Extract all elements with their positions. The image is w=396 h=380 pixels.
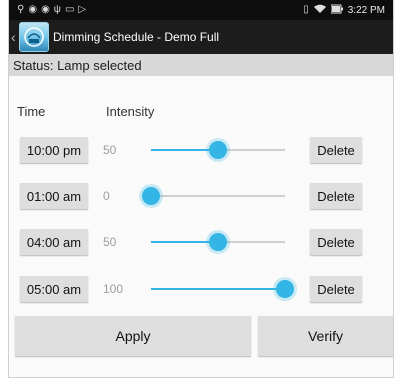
intensity-slider[interactable] — [151, 276, 294, 302]
intensity-value: 50 — [103, 143, 117, 157]
instagram-icon: ◉ — [41, 4, 50, 15]
time-button[interactable]: 05:00 am — [20, 276, 88, 302]
slider-fill — [151, 149, 218, 151]
intensity-slider[interactable] — [151, 229, 285, 255]
usb-icon: ψ — [53, 4, 61, 15]
app-window: ⚲ ◉ ◉ ψ ▭ ▷ ▯ 3:22 PM ‹ Dimming Schedule… — [8, 0, 394, 378]
location-icon: ⚲ — [17, 4, 25, 15]
slider-thumb[interactable] — [209, 233, 227, 251]
time-button[interactable]: 10:00 pm — [20, 137, 88, 163]
action-buttons: Apply Verify — [15, 316, 393, 356]
time-button[interactable]: 04:00 am — [20, 229, 88, 255]
clock: 3:22 PM — [347, 4, 385, 16]
delete-button[interactable]: Delete — [310, 183, 362, 209]
schedule-row: 10:00 pm 50 Delete — [9, 137, 393, 165]
action-bar: ‹ Dimming Schedule - Demo Full — [9, 20, 393, 54]
slider-track — [151, 195, 285, 197]
delete-button[interactable]: Delete — [310, 276, 362, 302]
screen-icon: ▭ — [64, 4, 75, 15]
intensity-value: 50 — [103, 235, 117, 249]
wifi-icon — [313, 4, 326, 17]
intensity-value: 0 — [103, 189, 110, 203]
back-icon[interactable]: ‹ — [11, 29, 19, 45]
time-button[interactable]: 01:00 am — [20, 183, 88, 209]
slider-thumb[interactable] — [209, 141, 227, 159]
intensity-value: 100 — [103, 282, 124, 296]
slider-thumb[interactable] — [142, 187, 160, 205]
intensity-header: Intensity — [106, 104, 155, 119]
apply-button[interactable]: Apply — [15, 316, 251, 356]
schedule-row: 01:00 am 0 Delete — [9, 183, 393, 211]
schedule-row: 04:00 am 50 Delete — [9, 229, 393, 257]
intensity-slider[interactable] — [142, 183, 285, 209]
slider-thumb[interactable] — [276, 280, 294, 298]
status-message: Status: Lamp selected — [9, 54, 393, 76]
delete-button[interactable]: Delete — [310, 229, 362, 255]
verify-button[interactable]: Verify — [258, 316, 393, 356]
time-header: Time — [17, 104, 46, 119]
system-status-bar: ⚲ ◉ ◉ ψ ▭ ▷ ▯ 3:22 PM — [9, 0, 393, 20]
app-title: Dimming Schedule - Demo Full — [53, 30, 220, 44]
battery-icon — [330, 4, 343, 17]
system-icons: ▯ 3:22 PM — [303, 4, 385, 17]
vibrate-icon: ▯ — [303, 4, 309, 15]
media-icon: ▷ — [78, 4, 87, 15]
lamp-app-icon[interactable] — [19, 22, 49, 52]
notification-icons: ⚲ ◉ ◉ ψ ▭ ▷ — [17, 5, 86, 15]
intensity-slider[interactable] — [151, 137, 285, 163]
schedule-row: 05:00 am 100 Delete — [9, 276, 393, 304]
slider-fill — [151, 288, 285, 290]
instagram-icon: ◉ — [28, 4, 38, 15]
slider-fill — [151, 241, 218, 243]
delete-button[interactable]: Delete — [310, 137, 362, 163]
